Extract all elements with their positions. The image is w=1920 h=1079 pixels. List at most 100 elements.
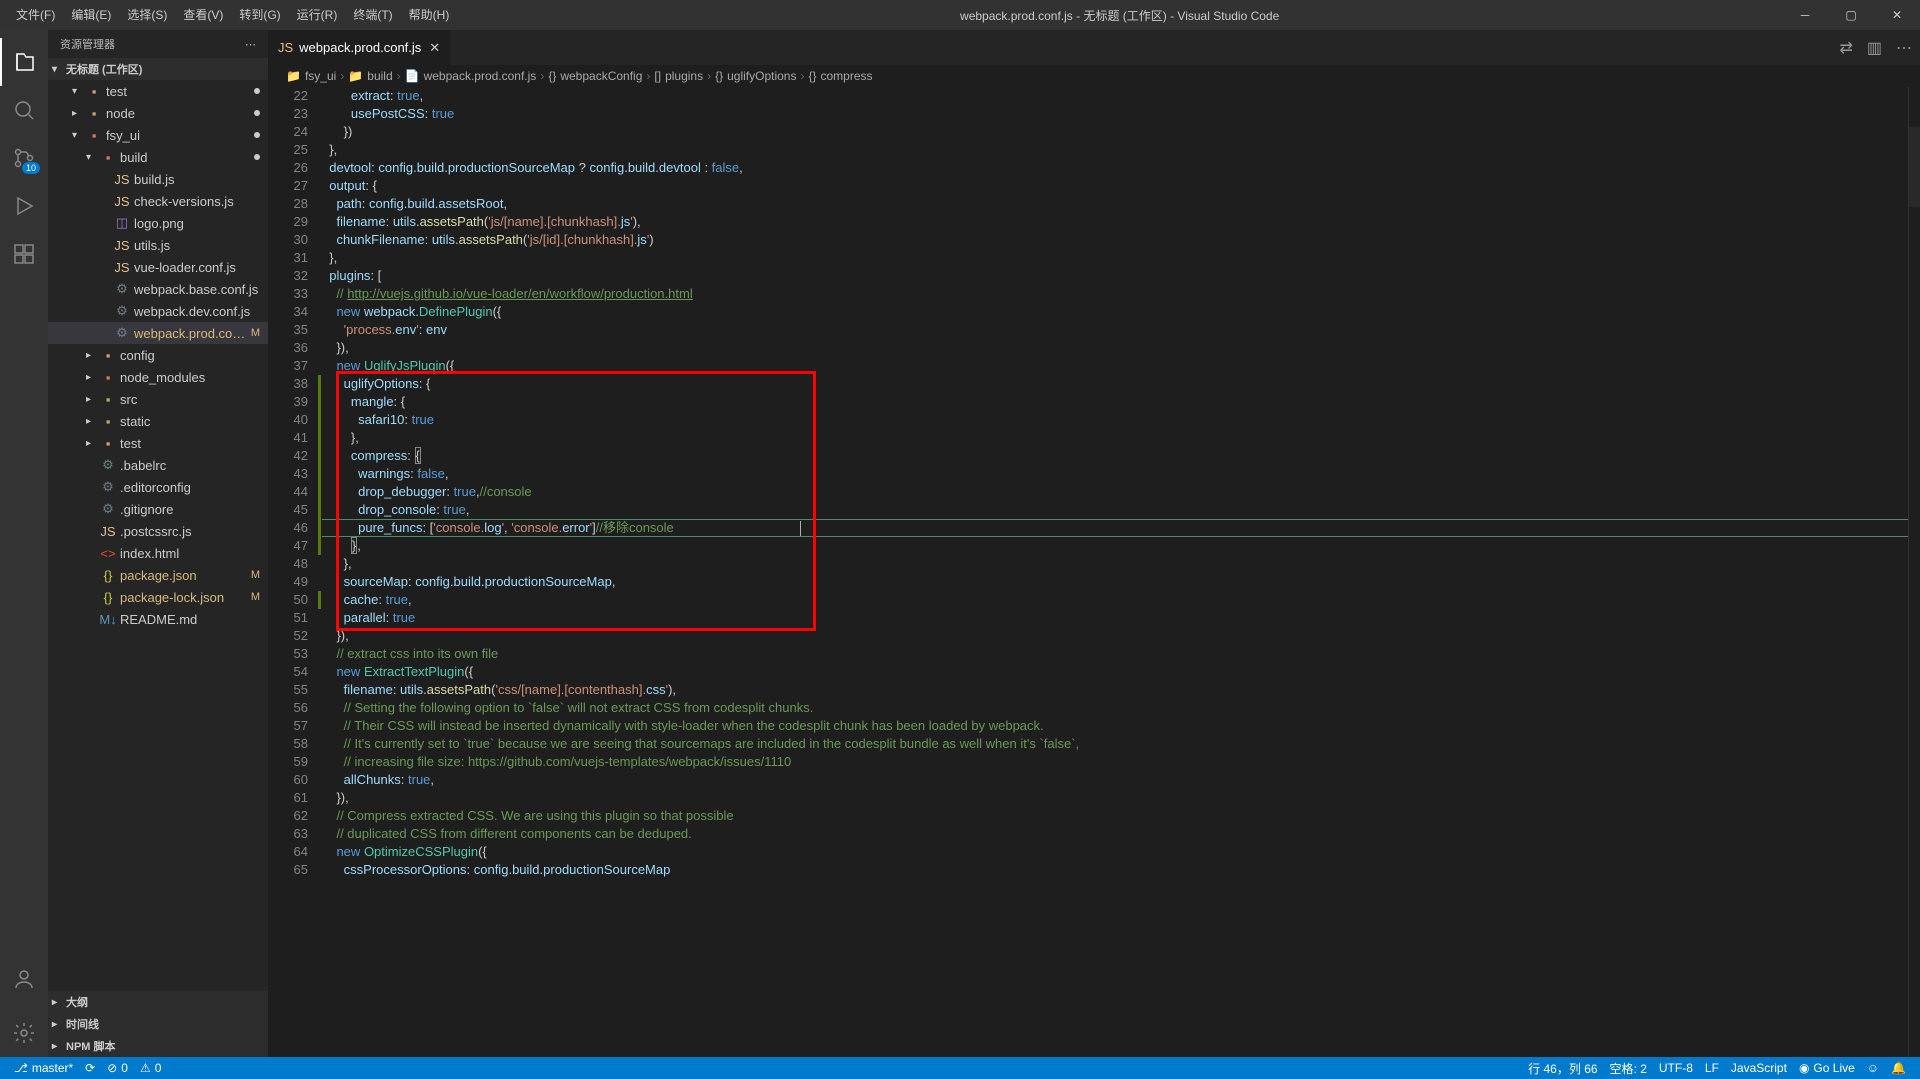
code-line[interactable]: drop_console: true, [322, 501, 1908, 519]
folder-row[interactable]: ▾▪test [48, 80, 268, 102]
code-line[interactable]: allChunks: true, [322, 771, 1908, 789]
close-icon[interactable]: ✕ [429, 40, 440, 56]
code-line[interactable]: uglifyOptions: { [322, 375, 1908, 393]
code-editor[interactable]: 2223242526272829303132333435363738394041… [268, 87, 1920, 1057]
breadcrumb-item[interactable]: {}webpackConfig [548, 69, 642, 83]
code-line[interactable]: drop_debugger: true,//console [322, 483, 1908, 501]
folder-row[interactable]: ▸▪config [48, 344, 268, 366]
code-line[interactable]: }) [322, 123, 1908, 141]
file-row[interactable]: ⚙.babelrc [48, 454, 268, 476]
code-line[interactable]: }, [322, 249, 1908, 267]
run-debug-icon[interactable] [0, 182, 48, 230]
compare-changes-icon[interactable]: ⇄ [1839, 38, 1852, 58]
folder-row[interactable]: ▾▪build [48, 146, 268, 168]
minimap-thumb[interactable] [1909, 127, 1920, 207]
code-line[interactable]: }, [322, 429, 1908, 447]
folder-row[interactable]: ▸▪test [48, 432, 268, 454]
code-line[interactable]: // Compress extracted CSS. We are using … [322, 807, 1908, 825]
menu-item[interactable]: 终端(T) [345, 0, 400, 30]
folder-row[interactable]: ▸▪static [48, 410, 268, 432]
close-button[interactable]: ✕ [1874, 0, 1920, 30]
code-line[interactable]: // increasing file size: https://github.… [322, 753, 1908, 771]
file-row[interactable]: ⚙.gitignore [48, 498, 268, 520]
menu-item[interactable]: 查看(V) [175, 0, 231, 30]
folder-row[interactable]: ▸▪node [48, 102, 268, 124]
eol[interactable]: LF [1699, 1060, 1725, 1077]
file-row[interactable]: ◫logo.png [48, 212, 268, 234]
code-line[interactable]: // Their CSS will instead be inserted dy… [322, 717, 1908, 735]
code-line[interactable]: safari10: true [322, 411, 1908, 429]
menu-item[interactable]: 文件(F) [8, 0, 63, 30]
accounts-icon[interactable] [0, 955, 48, 1003]
file-row[interactable]: JScheck-versions.js [48, 190, 268, 212]
file-row[interactable]: ⚙webpack.prod.conf.jsM [48, 322, 268, 344]
code-line[interactable]: extract: true, [322, 87, 1908, 105]
git-branch[interactable]: ⎇master* [8, 1061, 79, 1075]
sidebar-section[interactable]: ▸NPM 脚本 [48, 1035, 268, 1057]
sidebar-section[interactable]: ▸时间线 [48, 1013, 268, 1035]
file-row[interactable]: JS.postcssrc.js [48, 520, 268, 542]
menu-item[interactable]: 运行(R) [289, 0, 346, 30]
sync-button[interactable]: ⟳ [79, 1061, 101, 1075]
code-line[interactable]: // extract css into its own file [322, 645, 1908, 663]
sidebar-section[interactable]: ▸大纲 [48, 991, 268, 1013]
code-line[interactable]: // http://vuejs.github.io/vue-loader/en/… [322, 285, 1908, 303]
go-live[interactable]: ◉Go Live [1793, 1060, 1861, 1077]
search-icon[interactable] [0, 86, 48, 134]
file-row[interactable]: JSbuild.js [48, 168, 268, 190]
code-line[interactable]: chunkFilename: utils.assetsPath('js/[id]… [322, 231, 1908, 249]
code-line[interactable]: warnings: false, [322, 465, 1908, 483]
file-row[interactable]: {}package-lock.jsonM [48, 586, 268, 608]
explorer-icon[interactable] [0, 38, 48, 86]
folder-row[interactable]: ▸▪src [48, 388, 268, 410]
folder-row[interactable]: ▸▪node_modules [48, 366, 268, 388]
errors-count[interactable]: ⊘0 [101, 1061, 134, 1075]
code-line[interactable]: cache: true, [322, 591, 1908, 609]
code-line[interactable]: output: { [322, 177, 1908, 195]
code-line[interactable]: path: config.build.assetsRoot, [322, 195, 1908, 213]
menu-item[interactable]: 选择(S) [119, 0, 175, 30]
source-control-icon[interactable]: 10 [0, 134, 48, 182]
code-line[interactable]: new ExtractTextPlugin({ [322, 663, 1908, 681]
encoding[interactable]: UTF-8 [1653, 1060, 1699, 1077]
minimap[interactable] [1908, 87, 1920, 1057]
warnings-count[interactable]: ⚠0 [134, 1061, 167, 1075]
breadcrumb-item[interactable]: 📁fsy_ui [286, 69, 336, 83]
code-line[interactable]: new webpack.DefinePlugin({ [322, 303, 1908, 321]
code-line[interactable]: }, [322, 555, 1908, 573]
code-line[interactable]: }, [322, 537, 1908, 555]
feedback-icon[interactable]: ☺ [1861, 1060, 1885, 1077]
breadcrumbs[interactable]: 📁fsy_ui›📁build›📄webpack.prod.conf.js›{}w… [268, 65, 1920, 87]
code-line[interactable]: pure_funcs: ['console.log', 'console.err… [322, 519, 1908, 537]
code-line[interactable]: mangle: { [322, 393, 1908, 411]
code-line[interactable]: filename: utils.assetsPath('js/[name].[c… [322, 213, 1908, 231]
code-line[interactable]: // It's currently set to `true` because … [322, 735, 1908, 753]
file-row[interactable]: ⚙webpack.dev.conf.js [48, 300, 268, 322]
code-line[interactable]: parallel: true [322, 609, 1908, 627]
menu-item[interactable]: 转到(G) [231, 0, 288, 30]
tab-webpack-prod[interactable]: JS webpack.prod.conf.js ✕ [268, 30, 451, 65]
indentation[interactable]: 空格: 2 [1604, 1060, 1653, 1077]
breadcrumb-item[interactable]: {}uglifyOptions [715, 69, 796, 83]
breadcrumb-item[interactable]: {}compress [808, 69, 872, 83]
breadcrumb-item[interactable]: 📄webpack.prod.conf.js [405, 69, 537, 83]
code-line[interactable]: // duplicated CSS from different compone… [322, 825, 1908, 843]
file-row[interactable]: JSutils.js [48, 234, 268, 256]
minimize-button[interactable]: ─ [1782, 0, 1828, 30]
code-line[interactable]: new OptimizeCSSPlugin({ [322, 843, 1908, 861]
file-row[interactable]: <>index.html [48, 542, 268, 564]
more-actions-icon[interactable]: ⋯ [1896, 38, 1912, 58]
code-line[interactable]: compress: { [322, 447, 1908, 465]
notifications-icon[interactable]: 🔔 [1885, 1060, 1912, 1077]
code-line[interactable]: sourceMap: config.build.productionSource… [322, 573, 1908, 591]
code-line[interactable]: 'process.env': env [322, 321, 1908, 339]
menu-item[interactable]: 帮助(H) [401, 0, 458, 30]
workspace-section[interactable]: ▾ 无标题 (工作区) [48, 58, 268, 80]
code-line[interactable]: }, [322, 141, 1908, 159]
code-line[interactable]: usePostCSS: true [322, 105, 1908, 123]
maximize-button[interactable]: ▢ [1828, 0, 1874, 30]
breadcrumb-item[interactable]: []plugins [654, 69, 703, 83]
split-editor-icon[interactable]: ▥ [1867, 38, 1882, 58]
file-row[interactable]: JSvue-loader.conf.js [48, 256, 268, 278]
code-line[interactable]: }), [322, 627, 1908, 645]
